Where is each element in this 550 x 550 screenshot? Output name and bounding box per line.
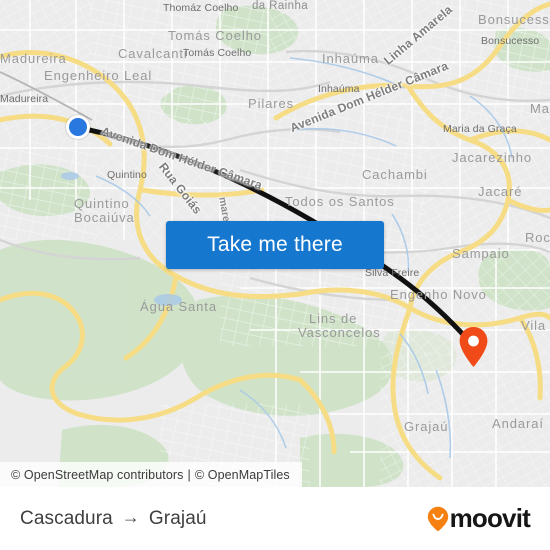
footer-bar: Cascadura → Grajaú moovit [0, 487, 550, 550]
map-canvas[interactable]: Thomáz Coelho da Rainha Bonsucesso Tomás Co… [0, 0, 550, 487]
route-summary: Cascadura → Grajaú [20, 506, 207, 530]
moovit-pin-icon [427, 506, 448, 531]
origin-marker[interactable] [66, 115, 90, 139]
attribution-tiles[interactable]: © OpenMapTiles [195, 468, 290, 482]
route-origin: Cascadura [20, 507, 113, 529]
moovit-logo[interactable]: moovit [427, 503, 531, 534]
moovit-wordmark: moovit [449, 503, 531, 533]
arrow-right-icon: → [121, 506, 140, 527]
route-destination: Grajaú [148, 507, 207, 529]
map-pin-icon [459, 327, 488, 367]
take-me-there-button[interactable]: Take me there [166, 221, 384, 269]
attribution-osm[interactable]: © OpenStreetMap contributors [11, 468, 184, 482]
destination-marker[interactable] [458, 326, 489, 368]
map-attribution: © OpenStreetMap contributors | © OpenMap… [0, 462, 302, 487]
attribution-separator: | [187, 467, 191, 482]
moovit-route-preview: Thomáz Coelho da Rainha Bonsucesso Tomás Co… [0, 0, 550, 550]
